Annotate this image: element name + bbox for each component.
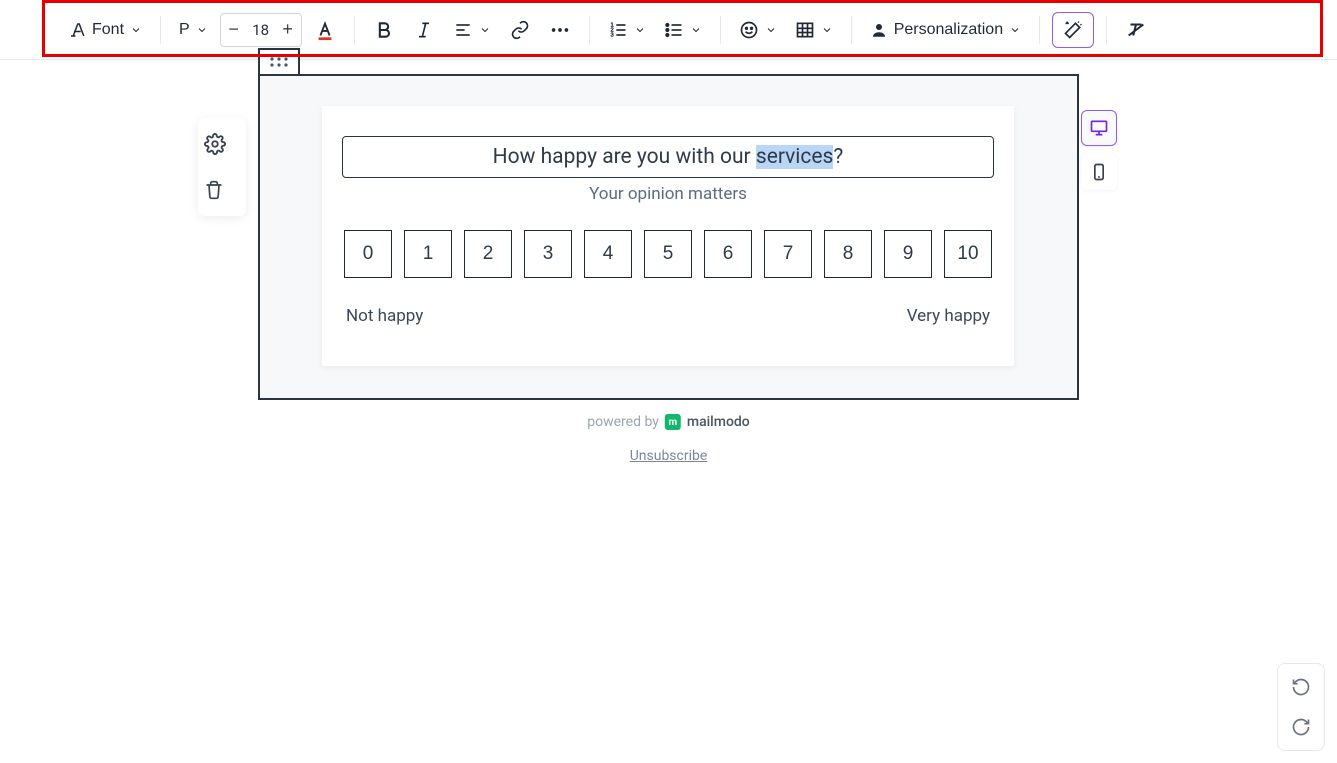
nps-scale: 0 1 2 3 4 5 6 7 8 9 10 <box>342 230 994 278</box>
editor-toolbar: Font P − 18 + <box>0 0 1337 60</box>
mailmodo-logo-icon: m <box>665 414 681 430</box>
redo-button[interactable] <box>1284 710 1318 744</box>
text-color-icon <box>314 19 336 41</box>
link-icon <box>510 20 530 40</box>
italic-button[interactable] <box>407 13 441 47</box>
scale-option-10[interactable]: 10 <box>944 230 992 278</box>
gear-icon <box>204 133 226 155</box>
chevron-down-icon <box>690 24 702 36</box>
emoji-icon <box>739 20 759 40</box>
block-delete-button[interactable] <box>204 172 240 208</box>
scale-option-5[interactable]: 5 <box>644 230 692 278</box>
font-size-increase[interactable]: + <box>275 14 301 46</box>
ordered-list-dropdown[interactable]: 123 <box>602 13 652 47</box>
block-settings-button[interactable] <box>204 126 240 162</box>
chevron-down-icon <box>479 24 491 36</box>
font-size-value: 18 <box>247 21 275 39</box>
toolbar-separator <box>354 16 355 44</box>
scale-option-7[interactable]: 7 <box>764 230 812 278</box>
survey-card: How happy are you with our services? You… <box>322 106 1014 366</box>
toolbar-separator <box>1039 16 1040 44</box>
text-color-button[interactable] <box>308 13 342 47</box>
font-family-dropdown[interactable]: Font <box>62 13 148 47</box>
scale-labels: Not happy Very happy <box>342 306 994 326</box>
trash-icon <box>204 180 224 200</box>
font-size-decrease[interactable]: − <box>221 14 247 46</box>
magic-wand-icon <box>1063 20 1083 40</box>
unsubscribe-link[interactable]: Unsubscribe <box>587 448 749 464</box>
personalization-label: Personalization <box>894 21 1003 39</box>
mobile-view-button[interactable] <box>1081 154 1117 190</box>
scale-option-9[interactable]: 9 <box>884 230 932 278</box>
table-dropdown[interactable] <box>789 13 839 47</box>
chevron-down-icon <box>1009 24 1021 36</box>
undo-button[interactable] <box>1284 670 1318 704</box>
chevron-down-icon <box>634 24 646 36</box>
more-button[interactable] <box>543 13 577 47</box>
italic-icon <box>414 20 434 40</box>
toolbar-separator <box>851 16 852 44</box>
drag-handle[interactable] <box>258 48 300 74</box>
bold-button[interactable] <box>367 13 401 47</box>
scale-option-1[interactable]: 1 <box>404 230 452 278</box>
chevron-down-icon <box>196 24 208 36</box>
chevron-down-icon <box>765 24 777 36</box>
clear-format-icon <box>1125 19 1147 41</box>
question-text-post: ? <box>833 145 843 169</box>
brand-name: mailmodo <box>687 414 750 430</box>
scale-option-4[interactable]: 4 <box>584 230 632 278</box>
chevron-down-icon <box>821 24 833 36</box>
question-text-input[interactable]: How happy are you with our services? <box>342 136 994 178</box>
svg-text:3: 3 <box>610 32 613 38</box>
personalization-dropdown[interactable]: Personalization <box>864 13 1027 47</box>
unordered-list-icon <box>664 20 684 40</box>
link-button[interactable] <box>503 13 537 47</box>
drag-dots-icon <box>268 55 290 69</box>
scale-option-3[interactable]: 3 <box>524 230 572 278</box>
scale-option-8[interactable]: 8 <box>824 230 872 278</box>
block-side-tools <box>198 118 246 216</box>
question-text-pre: How happy are you with our <box>493 145 756 169</box>
question-subtitle: Your opinion matters <box>342 184 994 204</box>
scale-label-high: Very happy <box>907 306 990 326</box>
paragraph-style-dropdown[interactable]: P <box>173 13 214 47</box>
editor-canvas: How happy are you with our services? You… <box>0 60 1337 763</box>
bold-icon <box>374 20 394 40</box>
desktop-view-button[interactable] <box>1081 110 1117 146</box>
scale-option-6[interactable]: 6 <box>704 230 752 278</box>
ordered-list-icon: 123 <box>608 20 628 40</box>
font-size-stepper[interactable]: − 18 + <box>220 13 302 47</box>
survey-block[interactable]: How happy are you with our services? You… <box>258 74 1079 400</box>
align-left-icon <box>453 20 473 40</box>
viewport-switcher <box>1081 110 1117 190</box>
redo-icon <box>1291 717 1311 737</box>
paragraph-label: P <box>179 21 190 39</box>
font-family-label: Font <box>92 21 124 39</box>
person-icon <box>870 21 888 39</box>
font-icon <box>68 21 86 39</box>
ai-magic-button[interactable] <box>1052 12 1094 48</box>
chevron-down-icon <box>130 24 142 36</box>
table-icon <box>795 20 815 40</box>
scale-label-low: Not happy <box>346 306 423 326</box>
toolbar-separator <box>589 16 590 44</box>
toolbar-separator <box>160 16 161 44</box>
email-footer: powered by m mailmodo Unsubscribe <box>587 414 749 464</box>
more-horizontal-icon <box>549 19 571 41</box>
history-controls <box>1277 663 1325 751</box>
powered-by-text: powered by <box>587 414 659 430</box>
question-text-selection: services <box>756 145 834 169</box>
powered-by: powered by m mailmodo <box>587 414 749 430</box>
align-dropdown[interactable] <box>447 13 497 47</box>
toolbar-separator <box>1106 16 1107 44</box>
mobile-icon <box>1089 162 1109 182</box>
scale-option-0[interactable]: 0 <box>344 230 392 278</box>
emoji-dropdown[interactable] <box>733 13 783 47</box>
clear-formatting-button[interactable] <box>1119 13 1153 47</box>
scale-option-2[interactable]: 2 <box>464 230 512 278</box>
undo-icon <box>1291 677 1311 697</box>
toolbar-separator <box>720 16 721 44</box>
unordered-list-dropdown[interactable] <box>658 13 708 47</box>
desktop-icon <box>1089 118 1109 138</box>
